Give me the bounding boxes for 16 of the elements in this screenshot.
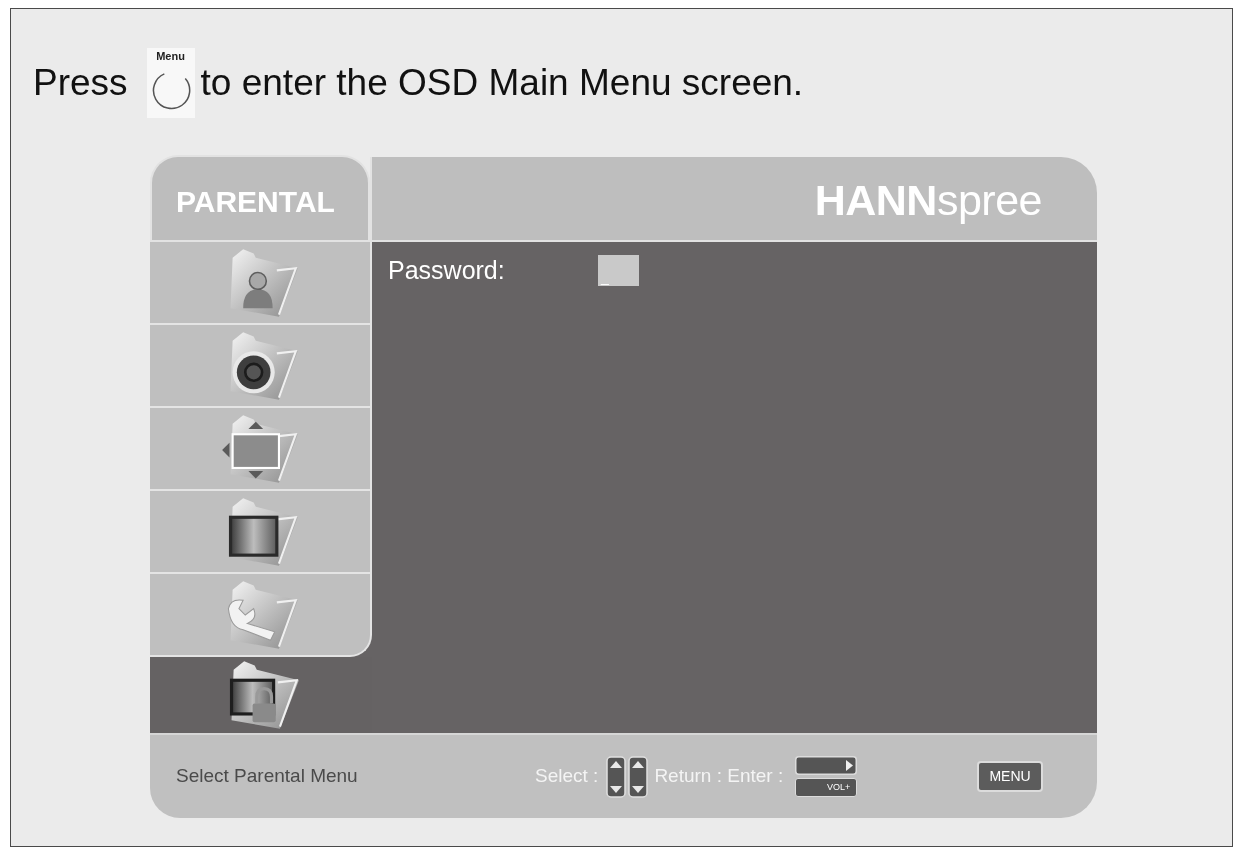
folder-screen-arrows-icon xyxy=(220,413,300,484)
instruction-text: to enter the OSD Main Menu screen. xyxy=(200,61,804,106)
hint-text: Select Parental Menu xyxy=(176,764,359,789)
brand-logo: HANNspree xyxy=(814,175,1042,227)
instruction-text: Press xyxy=(33,61,128,106)
field-label: Password: xyxy=(388,255,506,286)
vol-key: VOL+ xyxy=(795,778,858,797)
menu-item[interactable] xyxy=(150,491,372,574)
round-button-icon xyxy=(150,71,191,111)
key-label: Menu xyxy=(156,50,185,63)
right-arrow-key-icon xyxy=(795,756,858,775)
menu-key: MENU xyxy=(977,761,1043,792)
menu-title: PARENTAL xyxy=(176,184,335,220)
password-field[interactable]: _ xyxy=(598,255,639,287)
up-down-keys-icon xyxy=(606,755,649,798)
menu-item[interactable] xyxy=(150,325,372,408)
